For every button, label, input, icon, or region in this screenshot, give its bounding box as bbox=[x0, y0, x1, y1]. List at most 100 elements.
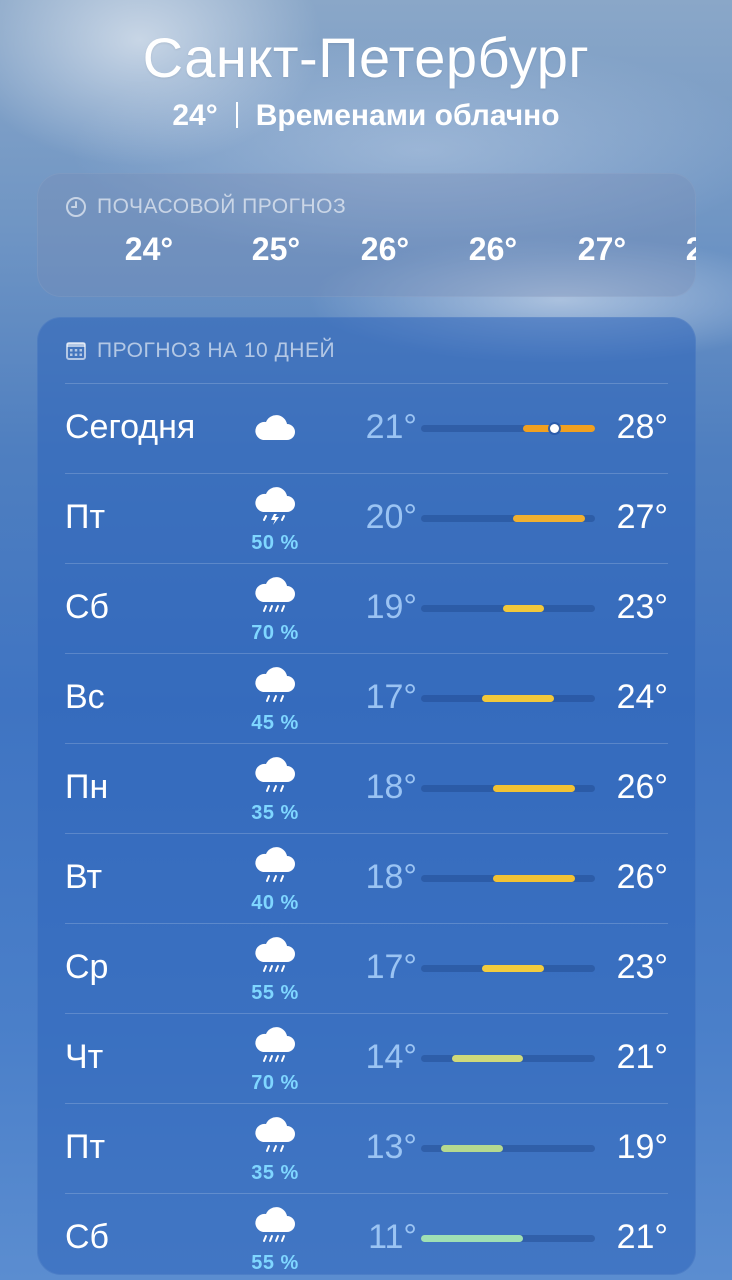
cloud-icon bbox=[251, 406, 299, 454]
low-temp: 19° bbox=[365, 588, 417, 626]
temperature-range-bar bbox=[421, 785, 595, 792]
daily-forecast-list: Сегодня 21° 28° Пт 50 % 20° 27° Сб 70 % 19° 23° Вс 4… bbox=[65, 383, 668, 1275]
precipitation-chance: 70 % bbox=[251, 1072, 299, 1094]
precipitation-chance: 55 % bbox=[251, 1252, 299, 1274]
day-name: Сб bbox=[65, 588, 110, 626]
day-name: Вс bbox=[65, 678, 105, 716]
calendar-icon bbox=[66, 342, 86, 360]
low-temp: 17° bbox=[365, 678, 417, 716]
day-name: Вт bbox=[65, 858, 103, 896]
hour-temp: 26° bbox=[360, 231, 410, 267]
current-temp-marker bbox=[549, 424, 559, 433]
hour-temp: 27° bbox=[685, 231, 696, 267]
high-temp: 28° bbox=[616, 408, 668, 446]
day-name: Сб bbox=[65, 1218, 110, 1256]
temperature-range-bar bbox=[421, 965, 595, 972]
hourly-forecast-title: ПОЧАСОВОЙ ПРОГНОЗ bbox=[65, 195, 346, 219]
precipitation-chance: 45 % bbox=[251, 712, 299, 734]
precipitation-chance: 55 % bbox=[251, 982, 299, 1004]
daily-row[interactable]: Вс 45 % 17° 24° bbox=[65, 653, 668, 743]
clock-icon bbox=[66, 197, 86, 217]
temperature-range-fill bbox=[421, 1235, 524, 1242]
temperature-range-bar bbox=[421, 1235, 595, 1242]
hourly-forecast-card[interactable]: ПОЧАСОВОЙ ПРОГНОЗ 24° 25° 26° 26° 27° 27… bbox=[37, 173, 696, 297]
rain-icon bbox=[251, 574, 299, 622]
precipitation-chance: 35 % bbox=[251, 802, 299, 824]
day-name: Пн bbox=[65, 768, 109, 806]
low-temp: 14° bbox=[365, 1038, 417, 1076]
daily-row[interactable]: Ср 55 % 17° 23° bbox=[65, 923, 668, 1013]
ten-day-forecast-card[interactable]: ПРОГНОЗ НА 10 ДНЕЙ Сегодня 21° 28° Пт 50 % 20… bbox=[37, 317, 696, 1275]
day-name: Пт bbox=[65, 498, 106, 536]
low-temp: 18° bbox=[365, 858, 417, 896]
temperature-range-bar bbox=[421, 515, 595, 522]
drizzle-icon bbox=[251, 754, 299, 802]
precipitation-chance: 70 % bbox=[251, 622, 299, 644]
drizzle-icon bbox=[251, 664, 299, 712]
condition-text: Временами облачно bbox=[255, 99, 560, 132]
temperature-range-bar bbox=[421, 1145, 595, 1152]
temperature-range-fill bbox=[441, 1145, 503, 1152]
high-temp: 24° bbox=[616, 678, 668, 716]
high-temp: 23° bbox=[616, 588, 668, 626]
daily-row[interactable]: Пт 50 % 20° 27° bbox=[65, 473, 668, 563]
precipitation-chance: 40 % bbox=[251, 892, 299, 914]
temperature-range-fill bbox=[482, 695, 555, 702]
location-header: Санкт-Петербург 24° Временами облачно bbox=[0, 22, 732, 136]
day-name: Сегодня bbox=[65, 408, 196, 446]
daily-row[interactable]: Пт 35 % 13° 19° bbox=[65, 1103, 668, 1193]
temperature-range-bar bbox=[421, 1055, 595, 1062]
hour-temp: 26° bbox=[468, 231, 518, 267]
temperature-range-fill bbox=[513, 515, 585, 522]
temperature-range-fill bbox=[492, 875, 575, 882]
temperature-range-fill bbox=[523, 425, 595, 432]
temperature-range-fill bbox=[482, 965, 544, 972]
low-temp: 18° bbox=[365, 768, 417, 806]
temperature-range-bar bbox=[421, 875, 595, 882]
high-temp: 27° bbox=[616, 498, 668, 536]
current-temperature: 24° bbox=[172, 99, 218, 132]
city-name: Санкт-Петербург bbox=[142, 26, 590, 89]
low-temp: 17° bbox=[365, 948, 417, 986]
ten-day-forecast-title: ПРОГНОЗ НА 10 ДНЕЙ bbox=[65, 339, 335, 363]
drizzle-icon bbox=[251, 1114, 299, 1162]
rain-icon bbox=[251, 934, 299, 982]
low-temp: 11° bbox=[368, 1218, 417, 1256]
temperature-range-fill bbox=[502, 605, 544, 612]
current-conditions: 24° Временами облачно bbox=[0, 96, 732, 136]
hour-temp: 27° bbox=[577, 231, 627, 267]
high-temp: 19° bbox=[616, 1128, 668, 1166]
temperature-range-bar bbox=[421, 424, 595, 433]
rain-icon bbox=[251, 1204, 299, 1252]
daily-row[interactable]: Вт 40 % 18° 26° bbox=[65, 833, 668, 923]
precipitation-chance: 35 % bbox=[251, 1162, 299, 1184]
daily-row[interactable]: Сб 70 % 19° 23° bbox=[65, 563, 668, 653]
high-temp: 21° bbox=[616, 1038, 668, 1076]
rain-icon bbox=[251, 1024, 299, 1072]
daily-row[interactable]: Чт 70 % 14° 21° bbox=[65, 1013, 668, 1103]
drizzle-icon bbox=[251, 844, 299, 892]
precipitation-chance: 50 % bbox=[251, 532, 299, 554]
temperature-range-fill bbox=[451, 1055, 524, 1062]
low-temp: 20° bbox=[365, 498, 417, 536]
ten-day-title-text: ПРОГНОЗ НА 10 ДНЕЙ bbox=[97, 339, 336, 362]
low-temp: 21° bbox=[365, 408, 417, 446]
temperature-range-bar bbox=[421, 695, 595, 702]
day-name: Пт bbox=[65, 1128, 106, 1166]
temperature-range-fill bbox=[492, 785, 575, 792]
day-name: Ср bbox=[65, 948, 109, 986]
hourly-title-text: ПОЧАСОВОЙ ПРОГНОЗ bbox=[97, 195, 347, 218]
divider bbox=[235, 102, 238, 128]
low-temp: 13° bbox=[365, 1128, 417, 1166]
day-name: Чт bbox=[65, 1038, 104, 1076]
high-temp: 21° bbox=[616, 1218, 668, 1256]
daily-row[interactable]: Пн 35 % 18° 26° bbox=[65, 743, 668, 833]
temperature-range-bar bbox=[421, 605, 595, 612]
daily-row[interactable]: Сегодня 21° 28° bbox=[65, 383, 668, 473]
high-temp: 26° bbox=[616, 858, 668, 896]
high-temp: 26° bbox=[616, 768, 668, 806]
hourly-strip[interactable]: 24° 25° 26° 26° 27° 27° bbox=[37, 231, 696, 271]
high-temp: 23° bbox=[616, 948, 668, 986]
hour-temp: 25° bbox=[251, 231, 301, 267]
daily-row[interactable]: Сб 55 % 11° 21° bbox=[65, 1193, 668, 1275]
